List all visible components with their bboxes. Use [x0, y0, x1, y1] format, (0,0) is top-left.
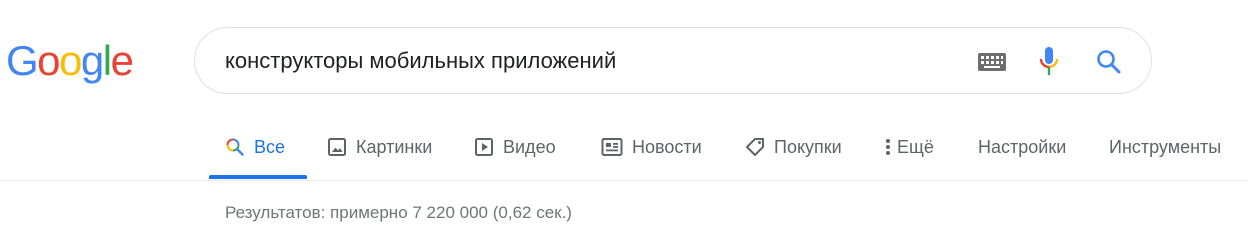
tab-label: Покупки [774, 136, 842, 157]
tab-label: Ещё [897, 136, 934, 157]
logo-letter: G [6, 37, 39, 84]
tab-news[interactable]: Новости [601, 118, 702, 176]
tab-settings[interactable]: Настройки [978, 118, 1066, 176]
tab-label: Все [254, 136, 286, 157]
tab-label: Картинки [356, 136, 433, 157]
logo-letter: o [59, 37, 82, 84]
microphone-icon[interactable] [1029, 42, 1069, 82]
search-icon [225, 137, 245, 157]
tab-label: Настройки [978, 136, 1067, 157]
divider [0, 180, 1248, 181]
logo-letter: o [37, 37, 60, 84]
image-icon [327, 137, 347, 157]
google-logo[interactable]: Google [6, 37, 134, 84]
search-input[interactable] [225, 46, 965, 76]
tab-label: Новости [632, 136, 702, 157]
tag-icon [745, 137, 765, 157]
logo-letter: g [80, 37, 104, 84]
play-icon [474, 137, 494, 157]
tab-all[interactable]: Все [225, 118, 285, 176]
tab-images[interactable]: Картинки [327, 118, 432, 176]
search-icon[interactable] [1089, 42, 1129, 82]
logo-letter: l [102, 37, 112, 84]
active-tab-indicator [209, 175, 307, 179]
tab-more[interactable]: Ещё [885, 118, 934, 176]
tab-label: Видео [503, 136, 556, 157]
tab-label: Инструменты [1109, 136, 1222, 157]
result-stats: Результатов: примерно 7 220 000 (0,62 се… [225, 203, 572, 222]
tab-video[interactable]: Видео [474, 118, 556, 176]
keyboard-icon[interactable] [972, 42, 1012, 82]
tab-tools[interactable]: Инструменты [1109, 118, 1221, 176]
search-tabs: Все Картинки Видео Новости Покупки Ещё Н… [0, 118, 1248, 180]
tab-shopping[interactable]: Покупки [745, 118, 842, 176]
logo-letter: e [110, 37, 134, 84]
more-vert-icon [885, 138, 891, 156]
search-box[interactable] [194, 27, 1152, 94]
newspaper-icon [601, 137, 623, 157]
